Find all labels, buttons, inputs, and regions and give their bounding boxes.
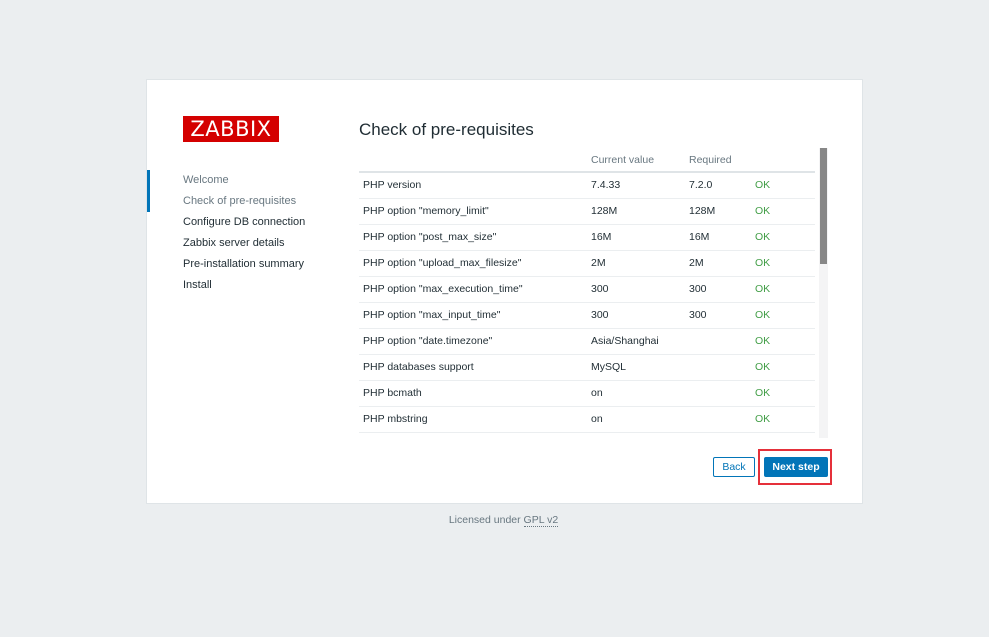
next-step-button[interactable]: Next step [764,457,828,477]
cell-required: 300 [689,302,755,329]
header-status [755,148,815,173]
license-link[interactable]: GPL v2 [523,514,559,527]
cell-name: PHP option "post_max_size" [359,224,591,251]
step-configure-db: Configure DB connection [183,216,306,228]
cell-name: PHP option "upload_max_filesize" [359,250,591,277]
cell-required: 300 [689,276,755,303]
zabbix-logo: ZABBIX [183,116,279,142]
cell-name: PHP option "max_execution_time" [359,276,591,303]
cell-status: OK [755,354,815,381]
cell-status: OK [755,328,815,355]
step-check-prerequisites: Check of pre-requisites [147,191,305,212]
header-name [359,148,591,173]
cell-current-value: 2M [591,250,689,277]
prerequisites-table: Current value Required PHP version 7.4.33… [359,148,815,433]
cell-status: OK [755,380,815,407]
setup-steps: Welcome Check of pre-requisites Configur… [147,170,305,296]
cell-name: PHP version [359,172,591,199]
setup-panel: ZABBIX Welcome Check of pre-requisites C… [146,79,863,504]
cell-current-value: 300 [591,276,689,303]
cell-required [689,354,755,381]
table-row: PHP option "memory_limit" 128M 128M OK [359,198,815,225]
cell-status: OK [755,302,815,329]
cell-current-value: 7.4.33 [591,172,689,199]
table-row: PHP option "post_max_size" 16M 16M OK [359,224,815,251]
prerequisites-table-container[interactable]: Current value Required PHP version 7.4.33… [359,148,828,438]
cell-current-value: Asia/Shanghai [591,328,689,355]
cell-status: OK [755,172,815,199]
cell-current-value: 300 [591,302,689,329]
cell-current-value: on [591,380,689,407]
table-header-row: Current value Required [359,148,815,173]
cell-current-value: on [591,406,689,433]
table-row: PHP option "max_input_time" 300 300 OK [359,302,815,329]
cell-name: PHP bcmath [359,380,591,407]
page-title: Check of pre-requisites [359,120,534,139]
cell-required: 2M [689,250,755,277]
step-server-details: Zabbix server details [183,237,285,249]
table-row: PHP mbstring on OK [359,406,815,433]
cell-required: 16M [689,224,755,251]
cell-name: PHP mbstring [359,406,591,433]
cell-current-value: MySQL [591,354,689,381]
table-row: PHP option "date.timezone" Asia/Shanghai O… [359,328,815,355]
table-scrollbar[interactable] [819,148,828,438]
header-required: Required [689,148,755,173]
header-current-value: Current value [591,148,689,173]
cell-name: PHP option "max_input_time" [359,302,591,329]
cell-current-value: 16M [591,224,689,251]
step-pre-install-summary: Pre-installation summary [183,258,305,270]
table-row: PHP option "max_execution_time" 300 300 OK [359,276,815,303]
cell-required: 7.2.0 [689,172,755,199]
footer: Licensed under GPL v2 [0,514,989,527]
cell-required [689,406,755,433]
table-row: PHP option "upload_max_filesize" 2M 2M OK [359,250,815,277]
step-welcome: Welcome [147,170,305,191]
table-row: PHP databases support MySQL OK [359,354,815,381]
scrollbar-thumb[interactable] [820,148,827,264]
table-row: PHP bcmath on OK [359,380,815,407]
cell-required [689,328,755,355]
cell-status: OK [755,224,815,251]
cell-status: OK [755,406,815,433]
step-install: Install [183,279,212,291]
cell-required: 128M [689,198,755,225]
cell-status: OK [755,198,815,225]
cell-name: PHP option "date.timezone" [359,328,591,355]
license-text: Licensed under [448,514,524,526]
cell-current-value: 128M [591,198,689,225]
back-button[interactable]: Back [713,457,755,477]
cell-name: PHP option "memory_limit" [359,198,591,225]
cell-status: OK [755,250,815,277]
cell-name: PHP databases support [359,354,591,381]
cell-status: OK [755,276,815,303]
cell-required [689,380,755,407]
table-row: PHP version 7.4.33 7.2.0 OK [359,172,815,199]
